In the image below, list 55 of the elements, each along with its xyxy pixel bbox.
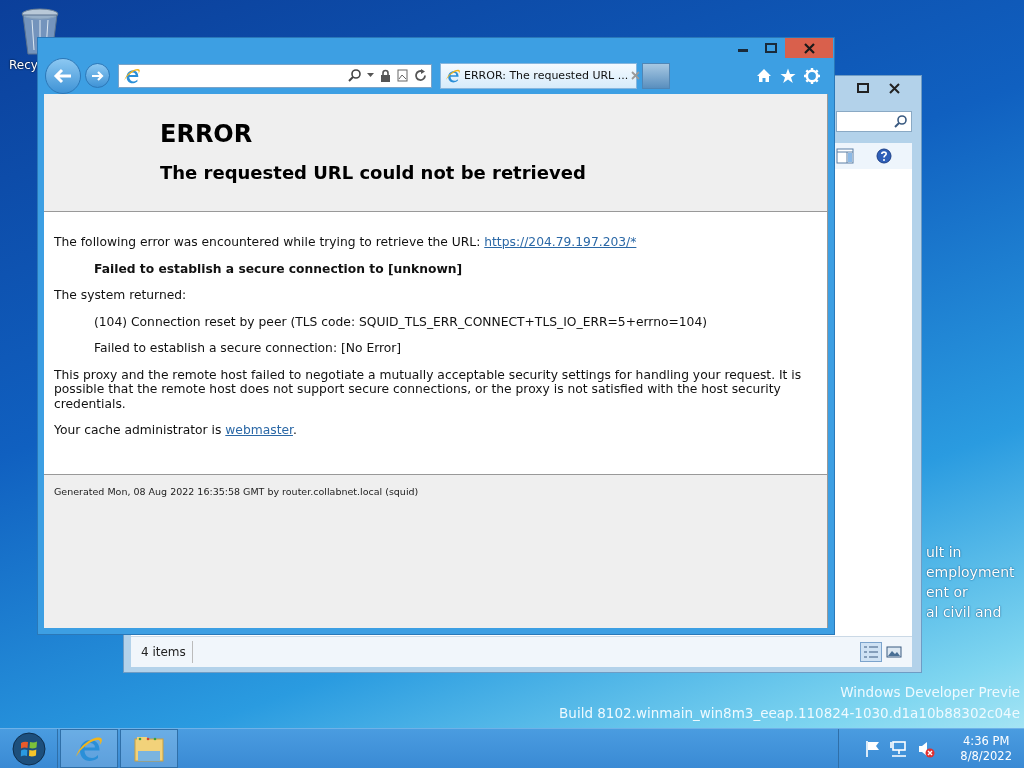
back-arrow-icon <box>53 67 73 84</box>
taskbar-button[interactable] <box>120 729 178 768</box>
muted-speaker-icon[interactable] <box>917 739 936 758</box>
close-tab-icon[interactable] <box>631 71 641 80</box>
error-heading: ERROR <box>160 120 254 148</box>
home-icon[interactable] <box>756 68 772 83</box>
clock-time[interactable]: 4:36 PM <box>963 733 1010 749</box>
lock-icon <box>380 69 391 82</box>
forward-button[interactable] <box>85 63 110 88</box>
compatibility-view-icon[interactable] <box>397 69 408 82</box>
taskbar-button[interactable] <box>60 729 118 768</box>
maximize-icon <box>765 43 777 53</box>
paragraph: This proxy and the remote host failed to negotiate a mutually acceptable security settings for handling your request. It is possible that the remote host does not support secure connections, or the proxy is not satisfied with the host security credentials. <box>54 367 803 411</box>
flag-icon[interactable] <box>865 739 882 758</box>
close-icon <box>803 42 815 54</box>
paragraph: The system returned: <box>54 288 188 303</box>
search-icon <box>894 115 907 128</box>
close-button[interactable] <box>785 38 833 58</box>
network-icon[interactable] <box>890 739 909 758</box>
address-field[interactable] <box>118 63 432 88</box>
forward-arrow-icon <box>90 69 105 82</box>
paragraph: (104) Connection reset by peer (TLS code: SQUID_TLS_ERR_CONNECT+TLS_IO_ERR=5+errno=104) <box>93 314 709 329</box>
link[interactable]: https://204.79.197.203/* <box>484 235 637 249</box>
search-field[interactable] <box>836 111 912 132</box>
background-text: ult in <box>926 543 963 561</box>
maximize-button[interactable] <box>857 83 869 93</box>
error-subheading: The requested URL could not be retrieved <box>160 162 587 184</box>
browser-tab[interactable]: ERROR: The requested URL ... <box>440 62 637 89</box>
paragraph: The following error was encountered while trying to retrieve the URL: https://204.79.197.203/* <box>54 235 638 250</box>
dropdown-caret-icon[interactable] <box>367 73 374 78</box>
favorites-star-icon[interactable] <box>780 67 796 84</box>
close-button[interactable] <box>889 82 900 94</box>
paragraph: Failed to establish a secure connection: [No Error] <box>93 341 403 356</box>
background-text: ent or <box>926 583 969 601</box>
background-text: employment <box>926 563 1015 581</box>
paragraph: Failed to establish a secure connection to [unknown] <box>93 261 464 276</box>
desktop-icon-label[interactable]: Recy <box>9 58 38 72</box>
status-text: 4 items <box>141 641 193 663</box>
help-icon[interactable] <box>876 148 892 164</box>
folder-icon <box>133 734 165 763</box>
os-build-text: Build 8102.winmain_win8m3_eeap.110824-1030.d1a10b88302c04e <box>559 705 1020 721</box>
search-icon[interactable] <box>348 69 361 82</box>
refresh-icon[interactable] <box>414 69 427 82</box>
paragraph: Your cache administrator is webmaster. <box>54 423 298 438</box>
background-text: al civil and <box>926 603 1003 621</box>
browser-logo-icon[interactable] <box>445 67 461 84</box>
thumbnail-view-icon[interactable] <box>886 645 902 659</box>
os-build-text: Windows Developer Previe <box>840 684 1020 700</box>
settings-icon[interactable] <box>804 67 820 84</box>
link[interactable]: webmaster <box>225 423 293 437</box>
footer-text: Generated Mon, 08 Aug 2022 16:35:58 GMT by router.collabnet.local (squid) <box>54 486 419 497</box>
clock-date[interactable]: 8/8/2022 <box>960 748 1012 764</box>
back-button[interactable] <box>45 57 81 94</box>
browser-logo-icon[interactable] <box>123 66 141 85</box>
preview-pane-icon[interactable] <box>836 148 854 164</box>
